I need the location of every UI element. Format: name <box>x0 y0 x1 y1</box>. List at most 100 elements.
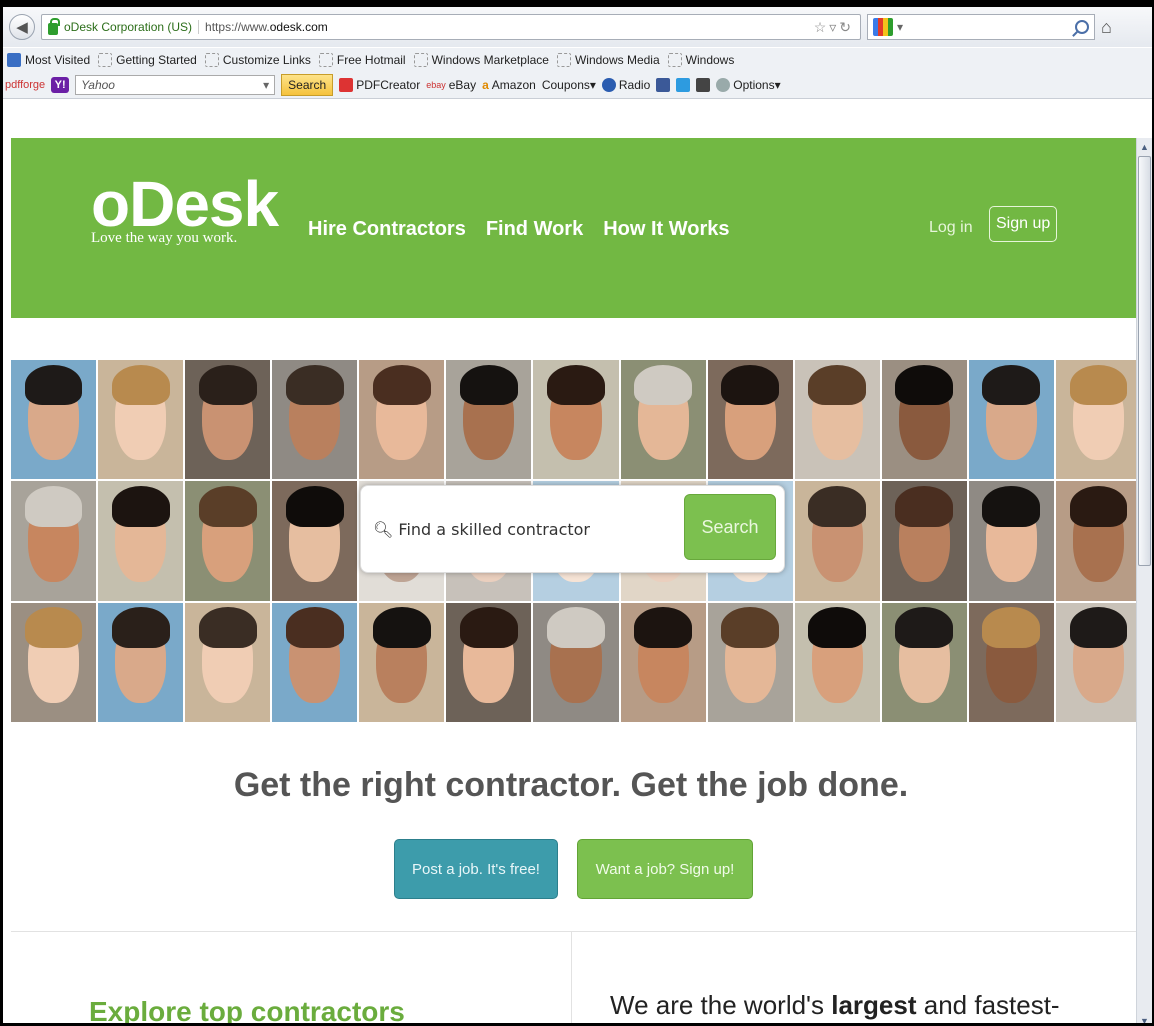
contractor-photo <box>185 360 271 480</box>
search-icon[interactable] <box>1075 20 1089 34</box>
contractor-photo <box>98 481 184 601</box>
toolbar-coupons[interactable]: Coupons▾ <box>542 78 596 92</box>
bookmark-icon <box>318 52 333 67</box>
toolbar-options[interactable]: Options▾ <box>716 77 781 92</box>
contractor-photo <box>98 360 184 480</box>
column-divider <box>571 932 572 1023</box>
twitter-icon[interactable] <box>676 77 691 92</box>
contractor-photo <box>272 602 358 722</box>
address-bar[interactable]: oDesk Corporation (US) https://www.odesk… <box>41 14 861 40</box>
explore-heading: Explore top contractors <box>89 996 405 1026</box>
browser-window: ◀ oDesk Corporation (US) https://www.ode… <box>0 0 1154 1026</box>
bookmarks-toolbar: Most Visited Getting Started Customize L… <box>3 47 1152 71</box>
contractor-photo <box>272 481 358 601</box>
google-search-box[interactable]: ▾ <box>867 14 1095 40</box>
radio-icon <box>601 77 616 92</box>
contractor-photo <box>1055 481 1136 601</box>
contractor-photo <box>620 602 706 722</box>
contractor-photo <box>359 360 445 480</box>
contractor-photo <box>881 360 967 480</box>
toolbar-ebay[interactable]: ebay eBay <box>426 78 476 92</box>
login-link[interactable]: Log in <box>929 219 973 237</box>
toolbar-radio[interactable]: Radio <box>601 77 650 92</box>
gear-icon <box>716 77 731 92</box>
contractor-search-button[interactable]: Search <box>684 494 776 560</box>
contractor-photo <box>359 602 445 722</box>
bookmark-star-icon[interactable]: ☆▿↻ <box>814 19 854 36</box>
search-icon: 🔍︎ <box>373 520 399 539</box>
contractor-photo <box>446 360 532 480</box>
back-button[interactable]: ◀ <box>9 14 35 40</box>
bookmark-windows-media[interactable]: Windows Media <box>556 52 660 67</box>
yahoo-search-input[interactable]: Yahoo ▾ <box>75 74 276 95</box>
bookmark-free-hotmail[interactable]: Free Hotmail <box>318 52 406 67</box>
scroll-thumb[interactable] <box>1138 156 1151 566</box>
contractor-photo <box>707 602 793 722</box>
pdfforge-logo[interactable]: pdfforge <box>5 79 45 91</box>
site-identity[interactable]: oDesk Corporation (US) <box>64 20 200 34</box>
bookmark-icon <box>556 52 571 67</box>
contractor-photo <box>1055 360 1136 480</box>
contractor-photo <box>98 602 184 722</box>
bookmark-customize-links[interactable]: Customize Links <box>204 52 311 67</box>
bookmark-getting-started[interactable]: Getting Started <box>98 52 197 67</box>
most-visited-icon <box>7 52 21 67</box>
world-largest-text: We are the world's largest and fastest- <box>610 990 1060 1020</box>
contractor-photo <box>272 360 358 480</box>
want-job-button[interactable]: Want a job? Sign up! <box>577 839 753 899</box>
bookmark-windows[interactable]: Windows <box>667 52 734 67</box>
toolbar-amazon[interactable]: a Amazon <box>482 78 536 92</box>
contractor-photo <box>185 481 271 601</box>
browser-navbar: ◀ oDesk Corporation (US) https://www.ode… <box>3 7 1152 47</box>
contractor-photo <box>968 602 1054 722</box>
bookmark-icon <box>98 52 113 67</box>
contractor-photo <box>446 602 532 722</box>
amazon-icon: a <box>482 77 489 92</box>
scroll-up-icon[interactable]: ▲ <box>1138 140 1151 154</box>
contractor-photo <box>533 602 619 722</box>
toolbar-pdfcreator[interactable]: PDFCreator <box>339 77 420 92</box>
contractor-photo <box>794 481 880 601</box>
bookmark-icon <box>413 52 428 67</box>
contractor-photo <box>1055 602 1136 722</box>
post-job-button[interactable]: Post a job. It's free! <box>394 839 558 899</box>
contractor-photo <box>11 360 97 480</box>
page-tagline: Get the right contractor. Get the job do… <box>233 766 909 804</box>
contractor-search-input[interactable]: 🔍︎ Find a skilled contractor <box>373 520 590 539</box>
contractor-photo <box>11 481 97 601</box>
contractor-search-box: 🔍︎ Find a skilled contractor Search <box>360 485 785 573</box>
page-scrollbar[interactable]: ▲ ▼ <box>1136 138 1152 1023</box>
scroll-down-icon[interactable]: ▼ <box>1138 1014 1151 1023</box>
contractor-photo <box>707 360 793 480</box>
google-plus-icon[interactable] <box>696 77 711 92</box>
pdf-icon <box>339 77 354 92</box>
bookmark-icon <box>204 52 219 67</box>
ebay-icon: ebay <box>426 79 446 90</box>
bookmark-most-visited[interactable]: Most Visited <box>7 52 90 67</box>
contractor-photo <box>533 360 619 480</box>
bookmark-windows-marketplace[interactable]: Windows Marketplace <box>413 52 549 67</box>
contractor-photo <box>11 602 97 722</box>
nav-how-it-works[interactable]: How It Works <box>603 218 729 241</box>
lock-icon <box>48 17 60 35</box>
site-header: oDesk Love the way you work. Hire Contra… <box>11 138 1136 318</box>
contractor-photo <box>794 602 880 722</box>
bookmark-icon <box>667 52 682 67</box>
contractor-photo <box>881 481 967 601</box>
yahoo-icon[interactable]: Y! <box>51 76 70 93</box>
odesk-logo[interactable]: oDesk Love the way you work. <box>91 172 279 247</box>
nav-find-work[interactable]: Find Work <box>486 218 583 241</box>
contractor-photo <box>794 360 880 480</box>
facebook-icon[interactable] <box>656 77 671 92</box>
contractor-photo <box>968 360 1054 480</box>
page-content: oDesk Love the way you work. Hire Contra… <box>6 138 1136 1026</box>
contractor-photo <box>881 602 967 722</box>
nav-hire-contractors[interactable]: Hire Contractors <box>308 218 466 241</box>
contractor-photo <box>968 481 1054 601</box>
google-icon[interactable] <box>873 18 893 36</box>
yahoo-search-button[interactable]: Search <box>281 73 334 96</box>
home-icon[interactable]: ⌂ <box>1101 17 1112 38</box>
signup-button[interactable]: Sign up <box>989 206 1058 242</box>
contractor-photo <box>620 360 706 480</box>
url-text[interactable]: https://www.odesk.com <box>205 20 328 34</box>
